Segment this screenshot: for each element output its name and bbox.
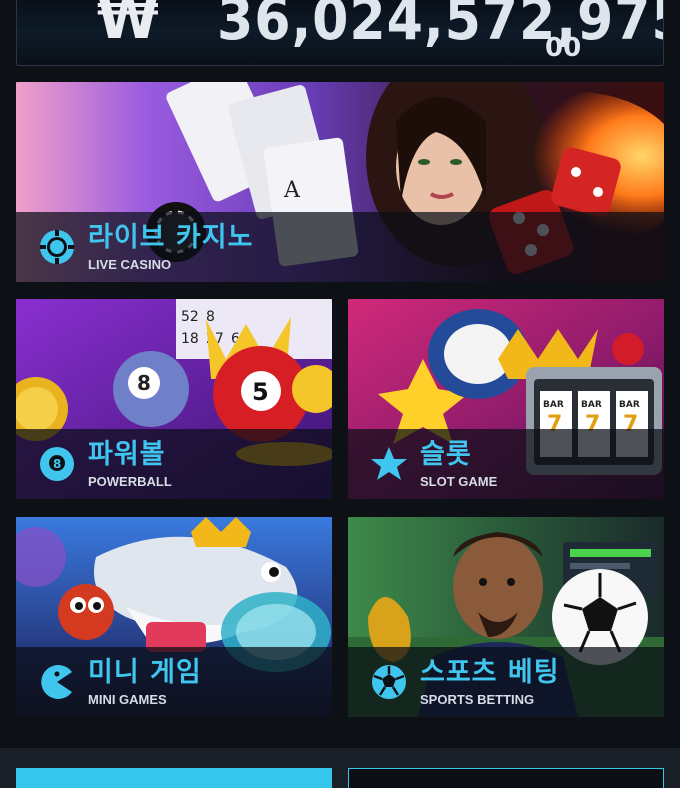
game-title-kr: 슬롯 [420, 439, 472, 470]
secondary-action-button[interactable] [348, 768, 664, 788]
casino-chip-icon [40, 230, 74, 264]
powerball-card[interactable]: 52818276 8 5 8 파워볼 POWERBALL [16, 299, 332, 499]
pacman-icon [41, 665, 72, 699]
svg-text:BAR: BAR [619, 400, 640, 410]
slot-game-card[interactable]: 7 7 7 BAR BAR BAR 슬롯 SLOT GAME [348, 299, 664, 499]
svg-text:BAR: BAR [543, 400, 564, 410]
svg-text:8: 8 [53, 457, 61, 471]
live-casino-card[interactable]: A 라이브 카지노 LIVE CASINO [16, 82, 664, 282]
game-title-kr: 스포츠 베팅 [420, 657, 560, 688]
svg-text:52: 52 [181, 309, 199, 325]
game-title-en: SLOT GAME [420, 474, 498, 489]
currency-symbol: ₩ [97, 0, 161, 52]
game-title-en: MINI GAMES [88, 692, 167, 707]
svg-text:8: 8 [137, 371, 151, 395]
jackpot-cents: 00 [545, 33, 582, 63]
sports-betting-card[interactable]: 스포츠 베팅 SPORTS BETTING [348, 517, 664, 717]
soccer-ball-icon [372, 665, 406, 699]
primary-action-button[interactable] [16, 768, 332, 788]
game-title-kr: 파워볼 [88, 439, 166, 470]
game-title-kr: 미니 게임 [88, 657, 202, 688]
svg-text:5: 5 [252, 378, 269, 406]
jackpot-amount: 36,024,572,975 [217, 0, 664, 53]
game-title-kr: 라이브 카지노 [88, 222, 254, 253]
mini-games-card[interactable]: 미니 게임 MINI GAMES [16, 517, 332, 717]
svg-text:A: A [283, 178, 301, 203]
game-title-en: POWERBALL [88, 474, 172, 489]
eight-ball-icon: 8 [40, 447, 74, 481]
jackpot-banner: ₩ 36,024,572,975 00 [16, 0, 664, 66]
game-title-en: SPORTS BETTING [420, 692, 535, 707]
star-icon [371, 447, 407, 480]
svg-text:BAR: BAR [581, 400, 602, 410]
svg-text:18: 18 [181, 331, 199, 347]
game-title-en: LIVE CASINO [88, 257, 172, 272]
